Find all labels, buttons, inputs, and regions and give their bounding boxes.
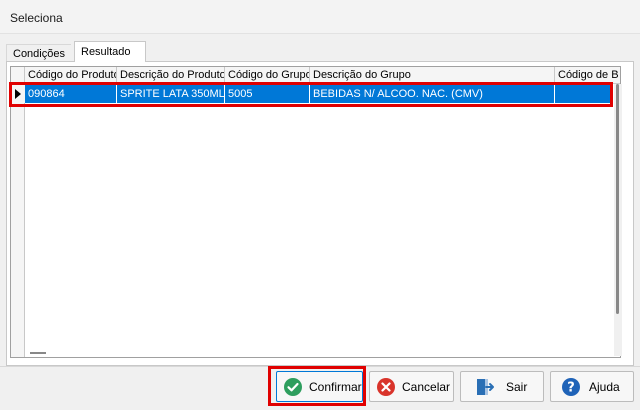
header-indicator-cell: [11, 67, 25, 84]
confirmar-label: Confirmar: [309, 380, 362, 394]
confirmar-button[interactable]: Confirmar: [276, 371, 363, 402]
horizontal-scroll-thumb[interactable]: [30, 352, 46, 354]
title-bar: Seleciona: [0, 0, 640, 34]
window-title: Seleciona: [10, 11, 63, 25]
footer-divider: [0, 366, 640, 367]
selection-dialog: Seleciona Condições Resultado Código do …: [0, 0, 640, 410]
cell-codigo-produto[interactable]: 090864: [25, 85, 117, 103]
cancelar-label: Cancelar: [402, 380, 451, 394]
grid-header: Código do Produto Descrição do Produto C…: [11, 67, 620, 84]
tab-resultado[interactable]: Resultado: [74, 41, 146, 62]
column-header-codigo-produto[interactable]: Código do Produto: [25, 67, 117, 84]
column-header-descricao-grupo[interactable]: Descrição do Grupo: [310, 67, 555, 84]
tab-condicoes[interactable]: Condições: [6, 44, 71, 62]
column-header-codigo-grupo[interactable]: Código do Grupo: [225, 67, 310, 84]
table-row[interactable]: 090864 SPRITE LATA 350ML ( 5005 BEBIDAS …: [11, 85, 620, 103]
cell-descricao-produto[interactable]: SPRITE LATA 350ML (: [117, 85, 225, 103]
ajuda-button[interactable]: ? Ajuda: [550, 371, 634, 402]
cell-descricao-grupo[interactable]: BEBIDAS N/ ALCOO. NAC. (CMV): [310, 85, 555, 103]
cell-codigo-b[interactable]: [555, 85, 613, 103]
sair-label: Sair: [506, 380, 528, 394]
row-indicator-column: [11, 84, 25, 357]
vertical-scrollbar[interactable]: [614, 84, 622, 356]
exit-door-icon: [477, 379, 494, 395]
column-header-codigo-b[interactable]: Código de B: [555, 67, 620, 84]
ajuda-label: Ajuda: [589, 380, 620, 394]
vertical-scroll-thumb[interactable]: [616, 84, 619, 314]
question-circle-icon: ?: [562, 378, 580, 396]
cell-codigo-grupo[interactable]: 5005: [225, 85, 310, 103]
svg-text:?: ?: [567, 381, 575, 396]
sair-button[interactable]: Sair: [460, 371, 544, 402]
x-circle-icon: [377, 378, 395, 396]
results-grid[interactable]: Código do Produto Descrição do Produto C…: [10, 66, 621, 358]
cancelar-button[interactable]: Cancelar: [369, 371, 454, 402]
column-header-descricao-produto[interactable]: Descrição do Produto: [117, 67, 225, 84]
check-circle-icon: [284, 378, 302, 396]
